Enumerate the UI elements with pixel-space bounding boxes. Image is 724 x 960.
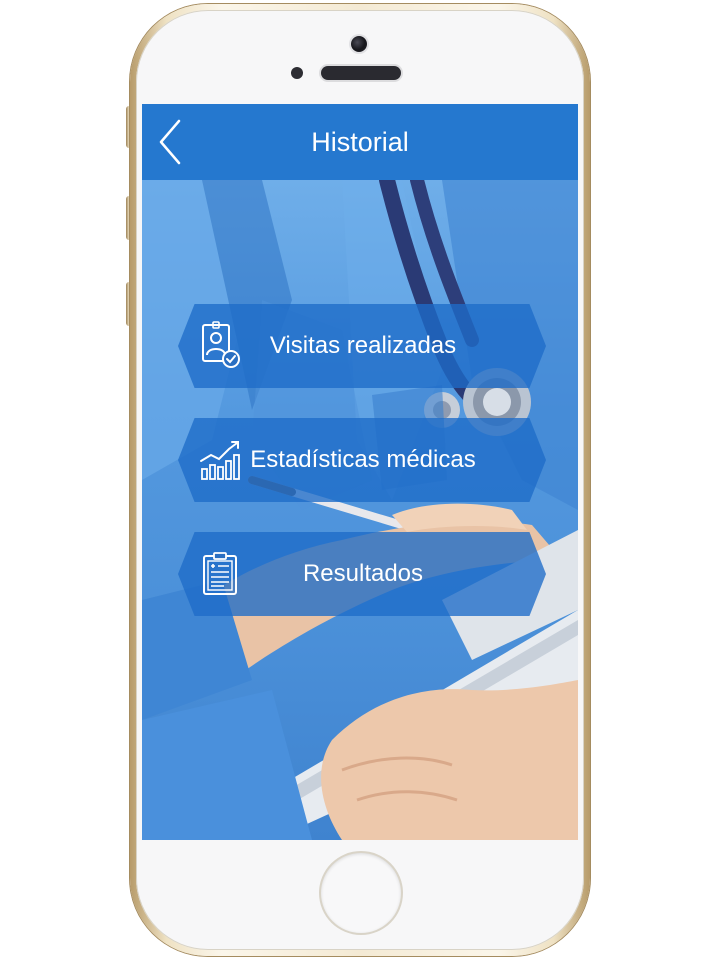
estadisticas-medicas-button[interactable]: Estadísticas médicas	[178, 418, 546, 502]
page-title: Historial	[311, 127, 409, 157]
resultados-label: Resultados	[302, 560, 424, 587]
nurse-photo-illustration	[142, 180, 578, 840]
app-header: Historial	[142, 104, 578, 180]
earpiece-speaker	[321, 66, 401, 80]
background-photo	[142, 180, 578, 840]
resultados-button[interactable]: Resultados	[178, 532, 546, 616]
visitas-realizadas-button[interactable]: Visitas realizadas	[178, 304, 546, 388]
home-button[interactable]	[321, 853, 401, 933]
estadisticas-medicas-label: Estadísticas médicas	[250, 446, 476, 473]
device-stage: Historial Visitas realizadas Estadística…	[0, 0, 724, 960]
visitas-realizadas-label: Visitas realizadas	[269, 332, 457, 359]
app-screen: Historial Visitas realizadas Estadística…	[142, 104, 578, 840]
proximity-sensor	[291, 67, 303, 79]
front-camera	[351, 36, 367, 52]
